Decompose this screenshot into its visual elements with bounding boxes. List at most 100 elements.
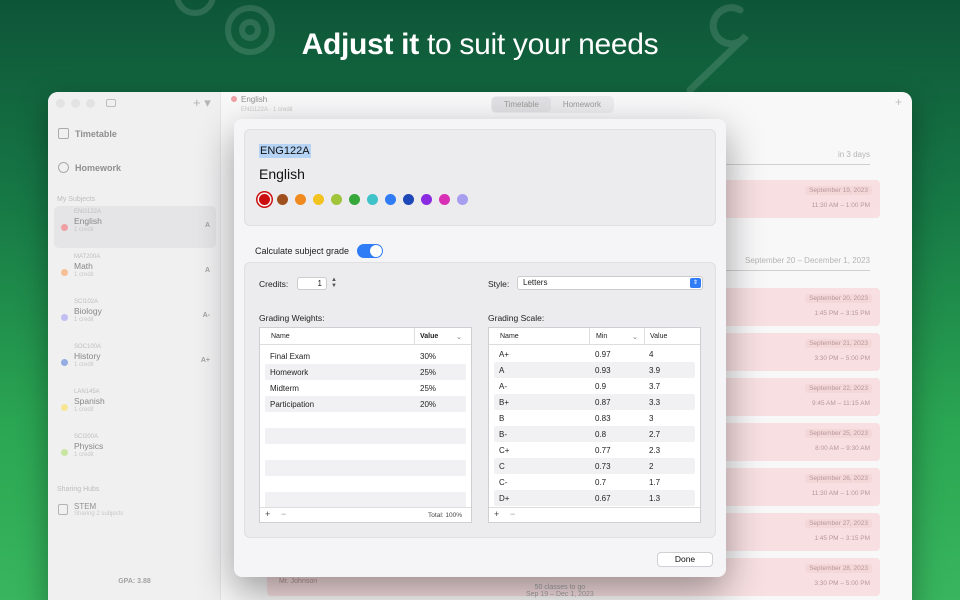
grading-scale-table: Name Min ⌄ Value A+ 0.97 4 A 0.93 3.9 A- 0.9 3.7…: [488, 327, 701, 523]
column-header-value[interactable]: Value: [650, 333, 667, 340]
credits-label: Credits:: [259, 279, 289, 289]
add-weight-button[interactable]: +: [265, 509, 270, 519]
color-swatch[interactable]: [277, 194, 288, 205]
chevron-updown-icon: ⇕: [690, 278, 701, 288]
table-row: [260, 476, 471, 492]
weight-name: Midterm: [270, 384, 299, 393]
weight-name: Homework: [270, 368, 309, 377]
remove-weight-button[interactable]: −: [281, 509, 286, 519]
style-select-value: Letters: [523, 278, 548, 287]
column-header-min[interactable]: Min: [596, 333, 607, 340]
calculate-grade-label: Calculate subject grade: [255, 246, 350, 256]
column-divider: [644, 328, 645, 345]
weight-value: 20%: [420, 400, 437, 409]
table-row[interactable]: A+ 0.97 4: [489, 346, 700, 362]
scale-name: C-: [499, 478, 508, 487]
scale-name: A-: [499, 382, 507, 391]
scale-name: C+: [499, 446, 510, 455]
weights-body: Final Exam 30% Homework 25% Midterm 25% Partic…: [260, 345, 471, 508]
scale-name: B-: [499, 430, 507, 439]
style-label: Style:: [488, 279, 510, 289]
scale-min: 0.8: [595, 430, 607, 439]
scale-value: 1.7: [649, 478, 661, 487]
style-select[interactable]: Letters ⇕: [517, 276, 703, 290]
color-swatch[interactable]: [457, 194, 468, 205]
scale-min: 0.73: [595, 462, 611, 471]
table-row[interactable]: C+ 0.77 2.3: [489, 442, 700, 458]
color-picker: [259, 194, 468, 205]
scale-value: 1.3: [649, 494, 661, 503]
weight-value: 25%: [420, 368, 437, 377]
hero-headline: Adjust it to suit your needs: [0, 28, 960, 62]
scale-min: 0.77: [595, 446, 611, 455]
color-swatch[interactable]: [385, 194, 396, 205]
color-swatch[interactable]: [439, 194, 450, 205]
hero-rest: to suit your needs: [418, 28, 659, 61]
credits-input[interactable]: 1: [297, 277, 327, 290]
scale-name: A: [499, 366, 505, 375]
subject-name-field[interactable]: English: [259, 166, 305, 182]
weight-name: Participation: [270, 400, 315, 409]
calculate-grade-toggle[interactable]: [357, 244, 384, 258]
table-header: Name Value ⌄: [260, 328, 471, 345]
table-header: Name Min ⌄ Value: [489, 328, 700, 345]
column-header-name[interactable]: Name: [271, 333, 290, 340]
color-swatch[interactable]: [331, 194, 342, 205]
column-divider: [589, 328, 590, 345]
sort-chevron-icon: ⌄: [632, 334, 638, 341]
grading-panel: Credits: 1 ▲ ▼ Style: Letters ⇕ Grading W…: [244, 262, 716, 538]
grading-scale-title: Grading Scale:: [488, 313, 545, 323]
table-row[interactable]: Participation 20%: [260, 396, 471, 412]
table-row: [260, 492, 471, 508]
scale-name: B+: [499, 398, 510, 407]
scale-min: 0.9: [595, 382, 607, 391]
color-swatch[interactable]: [421, 194, 432, 205]
grading-weights-table: Name Value ⌄ Final Exam 30% Homework 25% Mid…: [259, 327, 472, 523]
scale-value: 4: [649, 350, 654, 359]
table-row[interactable]: Final Exam 30%: [260, 348, 471, 364]
edit-subject-sheet: ENG122A English Calculate subject grade …: [234, 119, 726, 577]
weights-total: Total: 100%: [428, 512, 462, 519]
table-row[interactable]: B+ 0.87 3.3: [489, 394, 700, 410]
table-row[interactable]: B- 0.8 2.7: [489, 426, 700, 442]
table-row[interactable]: A- 0.9 3.7: [489, 378, 700, 394]
weights-footer: + − Total: 100%: [260, 507, 471, 522]
scale-value: 2.3: [649, 446, 661, 455]
color-swatch[interactable]: [349, 194, 360, 205]
scale-value: 2.7: [649, 430, 661, 439]
scale-min: 0.7: [595, 478, 607, 487]
table-row[interactable]: C 0.73 2: [489, 458, 700, 474]
table-row[interactable]: Midterm 25%: [260, 380, 471, 396]
color-swatch[interactable]: [403, 194, 414, 205]
color-swatch[interactable]: [259, 194, 270, 205]
scale-min: 0.93: [595, 366, 611, 375]
table-row: [260, 460, 471, 476]
scale-value: 2: [649, 462, 654, 471]
sort-chevron-icon: ⌄: [456, 334, 462, 341]
color-swatch[interactable]: [313, 194, 324, 205]
weight-value: 25%: [420, 384, 437, 393]
grading-weights-title: Grading Weights:: [259, 313, 325, 323]
weight-value: 30%: [420, 352, 437, 361]
color-swatch[interactable]: [295, 194, 306, 205]
table-row[interactable]: Homework 25%: [260, 364, 471, 380]
table-row: [260, 428, 471, 444]
scale-body: A+ 0.97 4 A 0.93 3.9 A- 0.9 3.7 B+ 0.87 3.3 B 0.83 3 B-…: [489, 345, 700, 507]
credits-stepper[interactable]: ▲ ▼: [330, 277, 338, 290]
table-row[interactable]: B 0.83 3: [489, 410, 700, 426]
add-scale-button[interactable]: +: [494, 509, 499, 519]
scale-value: 3.7: [649, 382, 661, 391]
column-header-value[interactable]: Value: [420, 333, 438, 340]
table-row: [260, 412, 471, 428]
table-row[interactable]: C- 0.7 1.7: [489, 474, 700, 490]
table-row[interactable]: A 0.93 3.9: [489, 362, 700, 378]
table-row[interactable]: D+ 0.67 1.3: [489, 490, 700, 506]
color-swatch[interactable]: [367, 194, 378, 205]
subject-code-field[interactable]: ENG122A: [259, 144, 311, 158]
scale-min: 0.97: [595, 350, 611, 359]
column-divider: [414, 328, 415, 345]
remove-scale-button[interactable]: −: [510, 509, 515, 519]
scale-footer: + −: [489, 507, 700, 522]
column-header-name[interactable]: Name: [500, 333, 519, 340]
done-button[interactable]: Done: [657, 552, 713, 567]
